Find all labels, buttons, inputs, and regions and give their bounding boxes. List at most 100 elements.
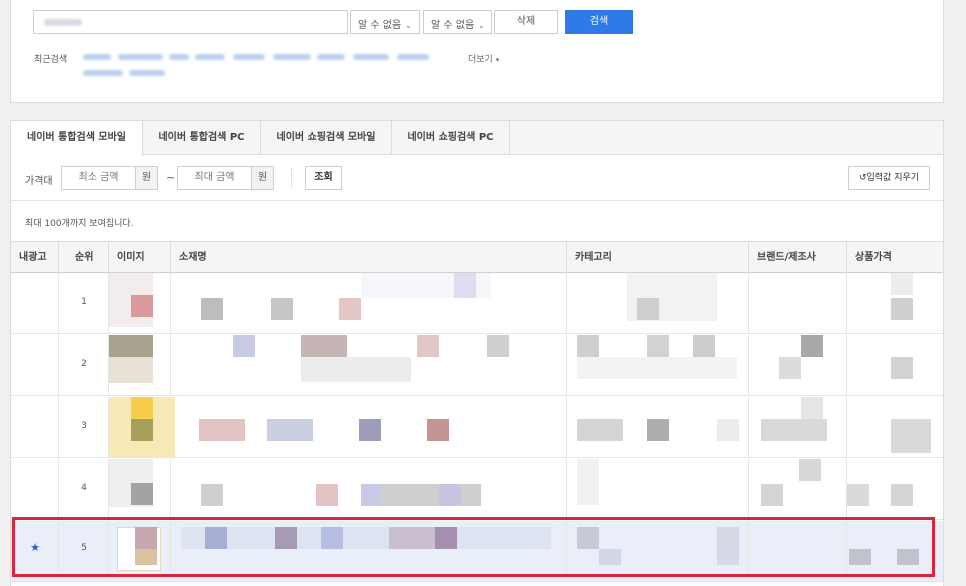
blurred-text: [799, 459, 821, 481]
blurred-text: [693, 335, 715, 357]
search-panel: 알 수 없음 ⌄ 알 수 없음 ⌄ 삭제 검색 최근검색 더보기 ▾: [10, 0, 944, 103]
price-range-label: 가격대: [25, 176, 53, 187]
blurred-text: [647, 335, 669, 357]
recent-search-item[interactable]: [273, 54, 311, 60]
blurred-text: [427, 419, 449, 441]
cell-category: [567, 397, 749, 457]
blurred-text: [847, 484, 869, 506]
cell-title: [171, 397, 567, 457]
product-thumbnail-part: [131, 397, 153, 419]
blurred-text: [577, 335, 599, 357]
cell-image[interactable]: [109, 397, 175, 457]
select-1[interactable]: 알 수 없음 ⌄: [350, 10, 420, 34]
cell-my-ad: [11, 335, 59, 395]
rank-value: 2: [81, 359, 87, 369]
clear-input-label: 입력값 지우기: [866, 173, 920, 183]
select-2[interactable]: 알 수 없음 ⌄: [423, 10, 492, 34]
tab-shopping-pc[interactable]: 네이버 쇼핑검색 PC: [392, 121, 510, 155]
blurred-text: [891, 298, 913, 320]
blurred-text: [417, 335, 439, 357]
col-rank: 순위: [59, 242, 109, 273]
col-price: 상품가격: [855, 252, 892, 263]
chevron-down-icon: ⌄: [478, 21, 485, 30]
caret-down-icon: ▾: [495, 56, 500, 64]
recent-search-item[interactable]: [169, 54, 189, 60]
select-2-label: 알 수 없음: [431, 20, 475, 31]
won-unit: 원: [136, 166, 158, 190]
blurred-text: [761, 419, 827, 441]
blurred-text: [439, 484, 461, 506]
table-row[interactable]: 2: [11, 335, 943, 396]
product-thumbnail-part: [131, 295, 153, 317]
table-header: 내광고 순위 이미지 소재명 카테고리 브랜드/제조사 상품가격: [11, 241, 943, 273]
recent-search-item[interactable]: [195, 54, 225, 60]
col-brand: 브랜드/제조사: [749, 242, 847, 273]
more-label: 더보기: [468, 55, 493, 65]
highlight-box: [12, 517, 935, 577]
table-row[interactable]: 1: [11, 273, 943, 334]
max-price-input[interactable]: 최대 금액: [177, 166, 252, 190]
cell-title: [171, 273, 567, 333]
blurred-text: [301, 357, 411, 382]
blurred-text: [577, 419, 623, 441]
tab-shopping-mobile[interactable]: 네이버 쇼핑검색 모바일: [261, 121, 392, 155]
cell-rank: 2: [59, 335, 109, 395]
table-row[interactable]: 4: [11, 459, 943, 520]
reset-icon: ↺: [858, 173, 867, 183]
delete-button[interactable]: 삭제: [494, 10, 558, 34]
blurred-text: [361, 484, 381, 506]
rank-value: 4: [81, 483, 87, 493]
cell-brand: [749, 397, 847, 457]
blurred-text: [454, 273, 476, 298]
chevron-down-icon: ⌄: [405, 21, 412, 30]
blurred-text: [201, 484, 223, 506]
blurred-text: [891, 419, 931, 453]
clear-input-button[interactable]: ↺입력값 지우기: [848, 166, 930, 190]
recent-search-item[interactable]: [353, 54, 389, 60]
search-input[interactable]: [33, 10, 348, 34]
blurred-text: [637, 298, 659, 320]
recent-search-item[interactable]: [83, 70, 123, 76]
cell-image[interactable]: [109, 459, 171, 519]
recent-search-item[interactable]: [233, 54, 265, 60]
product-thumbnail-part: [131, 483, 153, 505]
min-price-input[interactable]: 최소 금액: [61, 166, 136, 190]
cell-image[interactable]: [109, 273, 171, 333]
blurred-text: [44, 19, 82, 26]
recent-search-item[interactable]: [118, 54, 163, 60]
cell-brand: [749, 459, 847, 519]
product-thumbnail-part: [131, 419, 153, 441]
cell-price: [847, 273, 943, 333]
col-category: 카테고리: [567, 242, 749, 273]
cell-my-ad: [11, 273, 59, 333]
query-button[interactable]: 조회: [305, 166, 342, 190]
col-my-ad: 내광고: [11, 242, 59, 273]
more-button[interactable]: 더보기 ▾: [468, 52, 499, 65]
search-button[interactable]: 검색: [565, 10, 633, 34]
blurred-text: [577, 459, 599, 505]
recent-search-item[interactable]: [397, 54, 429, 60]
blurred-text: [761, 484, 783, 506]
tab-integrated-pc[interactable]: 네이버 통합검색 PC: [143, 121, 261, 155]
cell-rank: 4: [59, 459, 109, 519]
cell-my-ad: [11, 397, 59, 457]
tab-bar: 네이버 통합검색 모바일 네이버 통합검색 PC 네이버 쇼핑검색 모바일 네이…: [11, 121, 943, 156]
blurred-text: [359, 419, 381, 441]
blurred-text: [717, 419, 739, 441]
blurred-text: [891, 484, 913, 506]
rank-value: 1: [81, 297, 87, 307]
cell-price: [847, 459, 943, 519]
cell-my-ad: [11, 459, 59, 519]
blurred-text: [891, 273, 913, 295]
table-row[interactable]: 3: [11, 397, 943, 458]
blurred-text: [577, 357, 737, 379]
tab-integrated-mobile[interactable]: 네이버 통합검색 모바일: [11, 121, 143, 156]
cell-image[interactable]: [109, 335, 171, 395]
recent-search-item[interactable]: [83, 54, 111, 60]
recent-search-item[interactable]: [129, 70, 165, 76]
recent-search-item[interactable]: [317, 54, 345, 60]
blurred-text: [233, 335, 255, 357]
blurred-text: [199, 419, 245, 441]
blurred-text: [891, 357, 913, 379]
cell-category: [567, 459, 749, 519]
